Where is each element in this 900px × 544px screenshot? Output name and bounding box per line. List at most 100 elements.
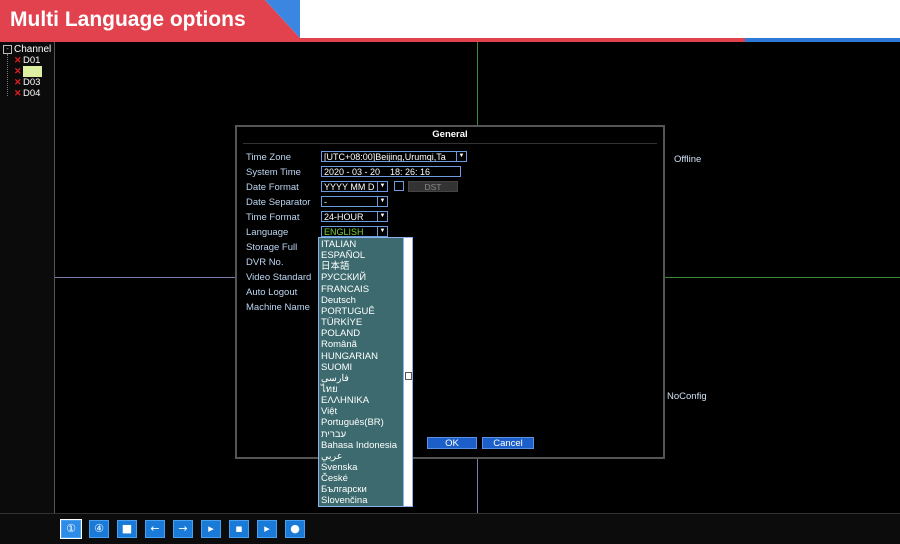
language-option[interactable]: PORTUGUÊ [321, 306, 375, 317]
language-option[interactable]: ไทย [321, 384, 338, 395]
playback-button[interactable]: ▸ [257, 520, 277, 538]
banner: Multi Language options [0, 0, 900, 42]
dropdown-scrollbar[interactable] [403, 238, 412, 506]
system-time-field[interactable]: 2020 - 03 - 20 18: 26: 16 [321, 166, 461, 177]
auto-logout-label: Auto Logout [246, 287, 298, 298]
cancel-button[interactable]: Cancel [482, 437, 534, 449]
play-button[interactable]: ▸ [201, 520, 221, 538]
language-option[interactable]: České [321, 473, 348, 484]
channel-header-label: Channel [14, 44, 52, 55]
language-option[interactable]: Български [321, 484, 367, 495]
title-divider [243, 143, 657, 144]
time-zone-value: [UTC+08:00]Beijing,Urumqi,Ta [324, 152, 446, 162]
view-4-icon: ④ [94, 522, 104, 535]
language-option[interactable]: ITALIAN [321, 239, 356, 250]
language-option[interactable]: Việt [321, 406, 337, 417]
language-dropdown-list[interactable]: ITALIAN ESPAÑOL 日本語 РУССКИЙ FRANCAIS Deutsch P… [318, 237, 413, 507]
language-option[interactable]: ESPAÑOL [321, 250, 365, 261]
time-format-select[interactable]: 24-HOUR ▼ [321, 211, 388, 222]
settings-icon: ● [290, 522, 300, 535]
language-option[interactable]: Deutsch [321, 295, 356, 306]
tree-line [7, 54, 8, 96]
language-option[interactable]: Românã [321, 339, 357, 350]
channel-item-d01[interactable]: ✕ D01 [14, 55, 40, 66]
chevron-down-icon: ▼ [377, 182, 387, 191]
video-standard-label: Video Standard [246, 272, 312, 283]
language-option[interactable]: SUOMI [321, 362, 352, 373]
next-button[interactable]: → [173, 520, 193, 538]
view-1-icon: ① [66, 522, 76, 535]
language-option[interactable]: FRANCAIS [321, 284, 369, 295]
language-option[interactable]: POLAND [321, 328, 360, 339]
chevron-down-icon: ▼ [456, 152, 466, 161]
general-dialog: General Time Zone [UTC+08:00]Beijing,Uru… [235, 125, 665, 459]
dialog-title: General [432, 129, 468, 140]
view-4-button[interactable]: ④ [89, 520, 109, 538]
language-option[interactable]: Bahasa Indonesia [321, 440, 397, 451]
date-separator-select[interactable]: - ▼ [321, 196, 388, 207]
disconnected-icon: ✕ [14, 66, 22, 76]
language-option[interactable]: Slovenčina [321, 495, 367, 506]
language-option[interactable]: ΕΛΛΗΝΙΚΑ [321, 395, 369, 406]
view-1-button[interactable]: ① [60, 519, 82, 539]
date-format-value: YYYY MM D [324, 182, 375, 192]
system-time-value: 18: 26: 16 [390, 167, 431, 177]
next-icon: → [178, 522, 188, 535]
language-option[interactable]: Svenska [321, 462, 357, 473]
bottom-toolbar: ① ④ ■ ← → ▸ ▪ ▸ ● [0, 513, 900, 544]
language-option[interactable]: РУССКИЙ [321, 272, 366, 283]
record-button[interactable]: ▪ [229, 520, 249, 538]
language-option[interactable]: Português(BR) [321, 417, 384, 428]
language-select[interactable]: ENGLISH ▼ [321, 226, 388, 237]
disconnected-icon: ✕ [14, 88, 22, 98]
dvr-no-label: DVR No. [246, 257, 284, 268]
prev-button[interactable]: ← [145, 520, 165, 538]
disconnected-icon: ✕ [14, 55, 22, 65]
settings-button[interactable]: ● [285, 520, 305, 538]
channel-label: D03 [23, 77, 41, 88]
collapse-icon[interactable]: - [3, 45, 12, 54]
status-noconfig: NoConfig [667, 391, 707, 402]
language-value: ENGLISH [324, 227, 364, 237]
language-option[interactable]: 日本語 [321, 261, 350, 272]
system-date-value: 2020 - 03 - 20 [324, 167, 381, 177]
ok-button[interactable]: OK [427, 437, 477, 449]
date-separator-label: Date Separator [246, 197, 311, 208]
channel-label: D04 [23, 88, 41, 99]
machine-name-label: Machine Name [246, 302, 310, 313]
channel-item-d04[interactable]: ✕ D04 [14, 88, 40, 99]
language-label: Language [246, 227, 289, 238]
system-time-label: System Time [246, 167, 301, 178]
dst-button[interactable]: DST [408, 181, 458, 192]
channel-label: D01 [23, 55, 41, 66]
date-format-label: Date Format [246, 182, 299, 193]
time-zone-label: Time Zone [246, 152, 292, 163]
channel-sidebar: - Channel ✕ D01 ✕ D02 ✕ D03 ✕ D04 [0, 42, 55, 513]
date-format-select[interactable]: YYYY MM D ▼ [321, 181, 388, 192]
time-zone-select[interactable]: [UTC+08:00]Beijing,Urumqi,Ta ▼ [321, 151, 467, 162]
language-option[interactable]: فارسی [321, 373, 349, 384]
scrollbar-thumb[interactable] [405, 372, 412, 380]
channel-item-d02[interactable]: ✕ D02 [14, 66, 43, 77]
play-icon: ▸ [208, 522, 214, 535]
status-offline: Offline [674, 154, 702, 165]
prev-icon: ← [150, 522, 160, 535]
storage-full-label: Storage Full [246, 242, 298, 253]
fullscreen-button[interactable]: ■ [117, 520, 137, 538]
channel-tree-header[interactable]: - Channel [3, 44, 51, 55]
language-option[interactable]: HUNGARIAN [321, 351, 378, 362]
chevron-down-icon: ▼ [377, 212, 387, 221]
language-option[interactable]: عربي [321, 451, 342, 462]
language-option[interactable]: TÜRKİYE [321, 317, 362, 328]
time-format-label: Time Format [246, 212, 300, 223]
dst-checkbox[interactable] [394, 181, 404, 191]
chevron-down-icon: ▼ [377, 197, 387, 206]
chevron-down-icon: ▼ [377, 227, 387, 236]
channel-item-d03[interactable]: ✕ D03 [14, 77, 40, 88]
language-option[interactable]: עברית [321, 429, 346, 440]
disconnected-icon: ✕ [14, 77, 22, 87]
fullscreen-icon: ■ [121, 522, 133, 535]
channel-label: D02 [23, 66, 43, 77]
playback-icon: ▸ [264, 522, 270, 535]
record-icon: ▪ [235, 522, 243, 535]
